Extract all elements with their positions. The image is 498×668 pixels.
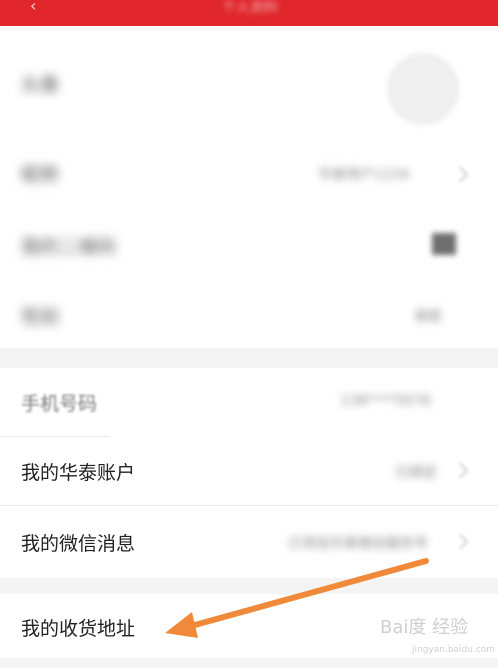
arrow-head [165, 612, 198, 638]
annotation-arrow-icon [165, 558, 429, 638]
baidu-watermark: Bai度 经验 [380, 617, 469, 638]
baidu-watermark-url: jingyan.baidu.com [412, 645, 496, 655]
